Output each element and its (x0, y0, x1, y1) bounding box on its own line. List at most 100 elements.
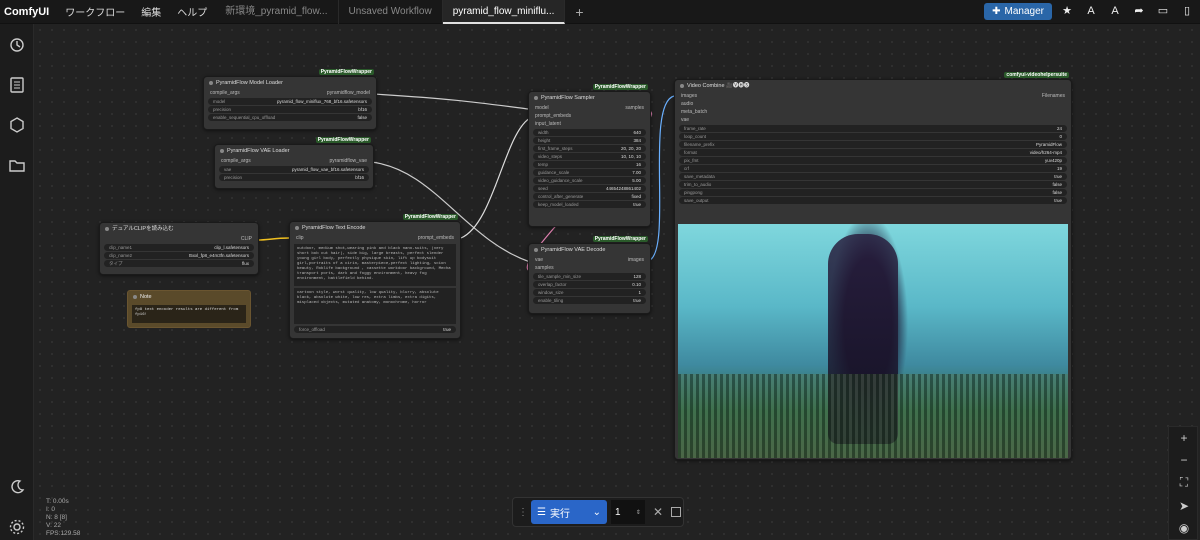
input-label: vae (535, 257, 544, 263)
widget-precision[interactable]: precision bf16 (219, 174, 369, 181)
widget-clip-name2[interactable]: clip_name2 t5xxl_fp8_e4m3fn.safetensors (104, 252, 254, 259)
top-bar: ComfyUI ワークフロー 編集 ヘルプ 新環境_pyramid_flow..… (0, 0, 1200, 24)
widget-video-steps[interactable]: video_steps 10, 10, 10 (533, 153, 646, 160)
widget-cpu-offload[interactable]: enable_sequential_cpu_offload false (208, 114, 372, 121)
visibility-icon[interactable]: ◉ (1177, 521, 1191, 535)
widget-precision[interactable]: precision bf16 (208, 106, 372, 113)
widget-video-guidance-scale[interactable]: video_guidance_scale 5.00 (533, 177, 646, 184)
app-logo: ComfyUI (4, 5, 50, 18)
menu-edit[interactable]: 編集 (133, 4, 169, 19)
stat-v: V: 22 (46, 522, 61, 529)
widget-control-after-generate[interactable]: control_after_generate fixed (533, 193, 646, 200)
translate-icon[interactable]: A (1082, 2, 1100, 20)
positive-prompt-textarea[interactable]: outdoor, medium shot,wearing pink and bl… (294, 244, 456, 286)
input-label: images (681, 93, 698, 99)
widget-pingpong[interactable]: pingpong false (679, 189, 1067, 196)
settings-gear-icon[interactable] (8, 518, 26, 536)
widget-loop-count[interactable]: loop_count 0 (679, 133, 1067, 140)
widget-pix-fmt[interactable]: pix_fmt yuv420p (679, 157, 1067, 164)
input-label: input_latent (535, 121, 561, 127)
manager-button[interactable]: ✚ Manager (984, 2, 1052, 20)
widget-clip-name1[interactable]: clip_name1 clip_l.safetensors (104, 244, 254, 251)
queue-icon[interactable] (8, 76, 26, 94)
output-label: Filenames (1041, 93, 1065, 99)
widget-enable-tiling[interactable]: enable_tiling true (533, 297, 646, 304)
layout-icon[interactable]: ▯ (1178, 2, 1196, 20)
negative-prompt-textarea[interactable]: cartoon style, worst quality, low qualit… (294, 288, 456, 324)
menu-workflow[interactable]: ワークフロー (57, 4, 133, 19)
widget-guidance-scale[interactable]: guidance_scale 7.00 (533, 169, 646, 176)
input-label: compile_args (210, 90, 240, 96)
node-model-loader[interactable]: PyramidFlowWrapper PyramidFlow Model Loa… (203, 69, 377, 130)
widget-filename-prefix[interactable]: filename_prefix PyramidFlow (679, 141, 1067, 148)
input-label: samples (535, 265, 554, 271)
widget-height[interactable]: height 384 (533, 137, 646, 144)
widget-crf[interactable]: crf 19 (679, 165, 1067, 172)
theme-toggle-icon[interactable] (8, 478, 26, 496)
input-label: audio (681, 101, 694, 107)
node-title: Video Combine 🎥🅥🅗🅢 (675, 80, 1071, 92)
widget-first-frame-steps[interactable]: first_frame_steps 20, 20, 20 (533, 145, 646, 152)
widget-frame-rate[interactable]: frame_rate 24 (679, 125, 1067, 132)
fit-view-icon[interactable]: ⛶ (1177, 475, 1191, 489)
widget-type[interactable]: タイプ flux (104, 260, 254, 267)
zoom-in-icon[interactable]: + (1177, 431, 1191, 445)
star-icon[interactable]: ★ (1058, 2, 1076, 20)
widget-format[interactable]: format video/h264-mp4 (679, 149, 1067, 156)
widget-force-offload[interactable]: force_offload true (294, 326, 456, 333)
node-vae-decode[interactable]: PyramidFlowWrapper PyramidFlow VAE Decod… (528, 236, 651, 314)
output-label: pyramidflow_vae (329, 158, 367, 164)
tab-workflow-active[interactable]: pyramid_flow_miniflu... (442, 0, 566, 24)
input-label: clip (296, 235, 304, 241)
widget-width[interactable]: width 640 (533, 129, 646, 136)
share-icon[interactable]: ➦ (1130, 2, 1148, 20)
tab-workflow-2[interactable]: Unsaved Workflow (339, 0, 443, 24)
widget-save-output[interactable]: save_output true (679, 197, 1067, 204)
new-tab-button[interactable]: + (565, 4, 593, 20)
folder-icon[interactable] (8, 156, 26, 174)
node-badge: PyramidFlowWrapper (402, 214, 458, 220)
node-sampler[interactable]: PyramidFlowWrapper PyramidFlow Sampler m… (528, 84, 651, 227)
run-label: 実行 (549, 508, 570, 520)
tab-workflow-1[interactable]: 新環境_pyramid_flow... (215, 0, 339, 24)
cancel-icon[interactable]: ✕ (645, 505, 671, 519)
chevron-down-icon[interactable]: ⌄ (593, 507, 601, 518)
widget-tile-sample-min-size[interactable]: tile_sample_min_size 128 (533, 273, 646, 280)
sidebar (0, 24, 34, 540)
node-library-icon[interactable] (8, 116, 26, 134)
node-note[interactable]: Note fp8 text encoder results are differ… (127, 290, 251, 328)
input-label: model (535, 105, 549, 111)
run-button[interactable]: ☰ 実行 ⌄ (531, 500, 607, 524)
node-dual-clip-loader[interactable]: デュアルCLIPを読み込む CLIP clip_name1 clip_l.safe… (99, 222, 259, 275)
widget-save-metadata[interactable]: save_metadata true (679, 173, 1067, 180)
node-video-combine[interactable]: comfyui-videohelpersuite Video Combine 🎥… (674, 72, 1072, 460)
input-label: prompt_embeds (535, 113, 572, 119)
batch-count-input[interactable]: 1 ⇕ (610, 500, 645, 524)
drag-handle-icon[interactable]: ⋮ (515, 507, 531, 518)
widget-model[interactable]: model pyramid_flow_miniflux_768_bf16.safe… (208, 98, 372, 105)
note-text[interactable]: fp8 text encoder results are different f… (132, 305, 246, 323)
node-vae-loader[interactable]: PyramidFlowWrapper PyramidFlow VAE Loade… (214, 137, 374, 189)
history-icon[interactable] (8, 36, 26, 54)
graph-canvas[interactable]: PyramidFlowWrapper PyramidFlow Model Loa… (34, 24, 1200, 540)
widget-overlap-factor[interactable]: overlap_factor 0.10 (533, 281, 646, 288)
menu-help[interactable]: ヘルプ (169, 4, 215, 19)
widget-temp[interactable]: temp 16 (533, 161, 646, 168)
node-badge: PyramidFlowWrapper (315, 137, 371, 143)
video-preview[interactable] (678, 224, 1068, 458)
node-badge: PyramidFlowWrapper (318, 69, 374, 75)
stop-icon[interactable] (671, 507, 682, 517)
output-label: images (627, 257, 644, 263)
translate-alt-icon[interactable]: A (1106, 2, 1124, 20)
zoom-out-icon[interactable]: − (1177, 453, 1191, 467)
node-text-encode[interactable]: PyramidFlowWrapper PyramidFlow Text Enco… (289, 214, 461, 339)
widget-window-size[interactable]: window_size 1 (533, 289, 646, 296)
input-label: meta_batch (681, 109, 708, 115)
widget-seed[interactable]: seed 44654248861402 (533, 185, 646, 192)
pointer-mode-icon[interactable]: ➤ (1177, 499, 1191, 513)
stat-i: I: 0 (46, 506, 56, 513)
widget-trim-to-audio[interactable]: trim_to_audio false (679, 181, 1067, 188)
widget-keep-model-loaded[interactable]: keep_model_loaded true (533, 201, 646, 208)
panel-toggle-icon[interactable]: ▭ (1154, 2, 1172, 20)
widget-vae[interactable]: vae pyramid_flow_vae_bf16.safetensors (219, 166, 369, 173)
